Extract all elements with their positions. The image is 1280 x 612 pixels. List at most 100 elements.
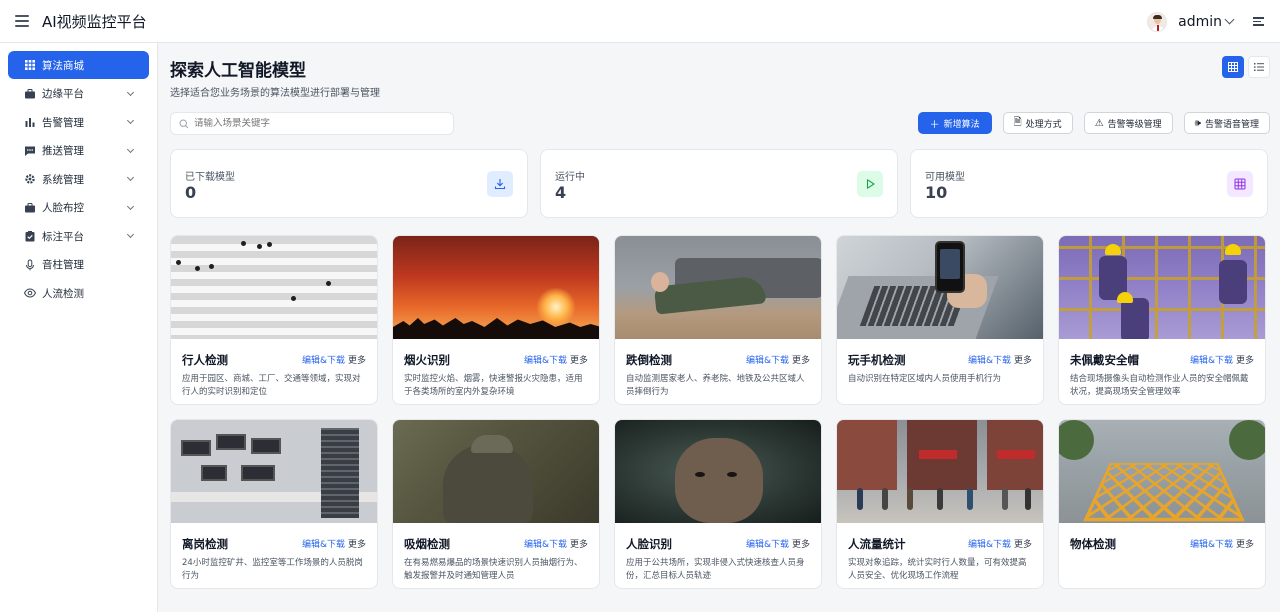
model-card-helmet[interactable]: 未佩戴安全帽 编辑&下载 更多 结合现场摄像头自动检测作业人员的安全帽佩戴状况，…: [1058, 235, 1266, 405]
play-icon: [857, 171, 883, 197]
sidebar-item-system-management[interactable]: 系统管理: [8, 165, 149, 193]
sidebar-item-edge-platform[interactable]: 边缘平台: [8, 80, 149, 108]
sidebar-item-face-control[interactable]: 人脸布控: [8, 194, 149, 222]
more-link[interactable]: 更多: [1236, 353, 1254, 366]
more-link[interactable]: 更多: [1014, 537, 1032, 550]
edit-download-link[interactable]: 编辑&下载: [524, 353, 567, 366]
model-thumbnail: [1059, 236, 1265, 339]
more-link[interactable]: 更多: [570, 353, 588, 366]
card-title: 吸烟检测: [404, 537, 450, 551]
message-icon: [24, 145, 36, 157]
grid-icon: [1228, 62, 1238, 72]
edit-download-link[interactable]: 编辑&下载: [1190, 353, 1233, 366]
card-description: 24小时监控矿井、监控室等工作场景的人员脱岗行为: [182, 558, 363, 581]
edit-download-link[interactable]: 编辑&下载: [968, 353, 1011, 366]
edit-download-link[interactable]: 编辑&下载: [302, 353, 345, 366]
sidebar-item-algorithm-store[interactable]: 算法商城: [8, 51, 149, 79]
model-thumbnail: [171, 420, 377, 523]
model-card-fire[interactable]: 烟火识别 编辑&下载 更多 实时监控火焰、烟雾，快速警报火灾隐患，适用于各类场所…: [392, 235, 600, 405]
model-thumbnail: [837, 236, 1043, 339]
stat-card-running: 运行中 4: [540, 149, 898, 218]
more-link[interactable]: 更多: [792, 353, 810, 366]
sidebar-item-annotation-platform[interactable]: 标注平台: [8, 222, 149, 250]
alarm-voice-label: 告警语音管理: [1204, 119, 1259, 130]
edit-download-link[interactable]: 编辑&下载: [746, 537, 789, 550]
model-thumbnail: [393, 420, 599, 523]
card-description: 实现对象追踪，统计实时行人数量，可有效提高人员安全、优化现场工作流程: [848, 558, 1027, 581]
page-subtitle: 选择适合您业务场景的算法模型进行部署与管理: [170, 88, 380, 99]
model-card-off-post[interactable]: 离岗检测 编辑&下载 更多 24小时监控矿井、监控室等工作场景的人员脱岗行为: [170, 419, 378, 589]
speaker-icon: 🕪: [1194, 117, 1201, 129]
edit-download-link[interactable]: 编辑&下载: [968, 537, 1011, 550]
card-title: 烟火识别: [404, 353, 450, 367]
microphone-icon: [24, 259, 36, 271]
sidebar-item-push-management[interactable]: 推送管理: [8, 137, 149, 165]
alarm-voice-button[interactable]: 🕪 告警语音管理: [1183, 112, 1270, 134]
chevron-down-icon: [126, 202, 135, 210]
briefcase-icon: [24, 202, 36, 214]
stat-card-available: 可用模型 10: [910, 149, 1268, 218]
add-algorithm-button[interactable]: ＋ 新增算法: [917, 112, 992, 134]
alarm-level-button[interactable]: ⚠ 告警等级管理: [1083, 112, 1173, 134]
briefcase-icon: [24, 88, 36, 100]
more-link[interactable]: 更多: [570, 537, 588, 550]
sidebar-item-label: 系统管理: [42, 173, 84, 186]
grid-icon: [24, 59, 36, 71]
card-description: 自动监测居家老人、养老院、地铁及公共区域人员摔倒行为: [626, 374, 805, 397]
more-link[interactable]: 更多: [792, 537, 810, 550]
model-card-pedestrian[interactable]: 行人检测 编辑&下载 更多 应用于园区、商城、工厂、交通等领域，实现对行人的实时…: [170, 235, 378, 405]
menu-toggle-icon[interactable]: [15, 15, 29, 27]
list-view-button[interactable]: [1248, 56, 1270, 78]
card-title: 行人检测: [182, 353, 228, 367]
stat-label: 可用模型: [925, 172, 965, 183]
sidebar-item-label: 算法商城: [42, 59, 84, 72]
sidebar-item-label: 边缘平台: [42, 88, 84, 100]
sidebar-item-label: 标注平台: [42, 230, 84, 243]
view-toggle: [1222, 56, 1270, 78]
model-grid: 行人检测 编辑&下载 更多 应用于园区、商城、工厂、交通等领域，实现对行人的实时…: [170, 235, 1270, 589]
gear-icon: [24, 173, 36, 185]
sidebar-item-alarm-management[interactable]: 告警管理: [8, 108, 149, 136]
search-bar[interactable]: [170, 112, 454, 135]
card-title: 未佩戴安全帽: [1070, 353, 1139, 367]
card-description: 在有易燃易爆品的场景快速识别人员抽烟行为、触发报警并及时通知管理人员: [404, 558, 583, 581]
list-icon: [1254, 63, 1264, 71]
app-title: AI视频监控平台: [42, 12, 147, 31]
user-name[interactable]: admin: [1178, 14, 1222, 30]
edit-download-link[interactable]: 编辑&下载: [524, 537, 567, 550]
model-card-face[interactable]: 人脸识别 编辑&下载 更多 应用于公共场所，实现非侵入式快速核查人员身份，汇总目…: [614, 419, 822, 589]
model-card-fall[interactable]: 跌倒检测 编辑&下载 更多 自动监测居家老人、养老院、地铁及公共区域人员摔倒行为: [614, 235, 822, 405]
edit-download-link[interactable]: 编辑&下载: [1190, 537, 1233, 550]
stat-value: 0: [185, 183, 197, 202]
more-link[interactable]: 更多: [1236, 537, 1254, 550]
model-card-object[interactable]: 物体检测 编辑&下载 更多: [1058, 419, 1266, 589]
card-description: 应用于园区、商城、工厂、交通等领域，实现对行人的实时识别和定位: [182, 374, 361, 397]
stat-label: 已下载模型: [185, 172, 235, 183]
more-link[interactable]: 更多: [1014, 353, 1032, 366]
chevron-down-icon[interactable]: [1224, 14, 1235, 25]
stat-value: 4: [555, 183, 567, 202]
sidebar-item-speaker-management[interactable]: 音柱管理: [8, 251, 149, 279]
grid-icon: [1227, 171, 1253, 197]
search-input[interactable]: [194, 118, 434, 129]
card-title: 人脸识别: [626, 537, 672, 551]
top-bar: AI视频监控平台 admin: [0, 0, 1280, 43]
menu-fold-icon[interactable]: [1253, 17, 1264, 26]
model-card-phone[interactable]: 玩手机检测 编辑&下载 更多 自动识别在特定区域内人员使用手机行为: [836, 235, 1044, 405]
edit-download-link[interactable]: 编辑&下载: [746, 353, 789, 366]
model-card-smoking[interactable]: 吸烟检测 编辑&下载 更多 在有易燃易爆品的场景快速识别人员抽烟行为、触发报警并…: [392, 419, 600, 589]
more-link[interactable]: 更多: [348, 537, 366, 550]
card-title: 玩手机检测: [848, 353, 906, 367]
avatar[interactable]: [1147, 11, 1168, 32]
more-link[interactable]: 更多: [348, 353, 366, 366]
process-method-button[interactable]: 🗎 处理方式: [1002, 112, 1073, 134]
edit-download-link[interactable]: 编辑&下载: [302, 537, 345, 550]
model-card-crowd[interactable]: 人流量统计 编辑&下载 更多 实现对象追踪，统计实时行人数量，可有效提高人员安全…: [836, 419, 1044, 589]
stat-value: 10: [925, 183, 948, 202]
search-icon: [179, 118, 189, 128]
bar-chart-icon: [24, 116, 36, 128]
sidebar-item-crowd-detection[interactable]: 人流检测: [8, 279, 149, 307]
sidebar-item-label: 人流检测: [42, 287, 84, 300]
grid-view-button[interactable]: [1222, 56, 1244, 78]
card-title: 物体检测: [1070, 537, 1116, 551]
